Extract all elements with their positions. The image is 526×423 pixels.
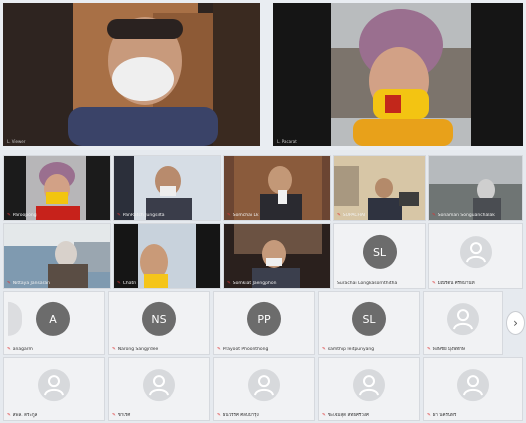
participant-name: ฝ่า นครินทร์ — [432, 413, 457, 418]
participant-tile[interactable]: ✎ Paroopong — [3, 155, 111, 221]
participant-video-frame — [429, 156, 522, 220]
avatar: SL — [352, 301, 386, 336]
participant-tile[interactable]: ✎ Somchai Lk — [223, 155, 331, 221]
muted-mic-icon: ✎ — [112, 347, 116, 352]
participant-tile[interactable]: PP ✎ Prayoot Phoonthong — [213, 291, 315, 355]
muted-mic-icon: ✎ — [337, 213, 341, 218]
participant-tile[interactable]: SL Surachai Longkasornthitha — [333, 223, 426, 289]
person-placeholder-icon — [353, 369, 385, 402]
participant-video-frame — [224, 224, 330, 288]
participant-name: Somchai Lk — [232, 213, 259, 218]
participant-tile[interactable]: ✎ ฝ่า นครินทร์ — [423, 357, 523, 421]
participant-tile[interactable]: ✎ Sonaman Songuanchalak — [428, 155, 523, 221]
participant-name: ธนวรรศ์ ศิลปบำรุง — [222, 413, 259, 418]
participant-tile[interactable]: ✎ Nittaya Jansaran — [3, 223, 111, 289]
participant-video-frame — [3, 3, 260, 146]
person-placeholder-icon — [457, 369, 489, 402]
muted-mic-icon: ✎ — [427, 347, 431, 352]
participant-video-frame — [334, 156, 425, 220]
featured-video-1[interactable]: L. Viewer — [3, 3, 260, 146]
muted-mic-icon: ✎ — [432, 213, 436, 218]
avatar: PP — [247, 301, 281, 336]
participant-name: PanRatch Jungsilta — [122, 213, 165, 218]
participant-name: ชาเรศ — [117, 413, 131, 418]
participant-video-frame — [224, 156, 330, 220]
participant-name: Paroopong — [12, 213, 37, 218]
muted-mic-icon: ✎ — [432, 281, 436, 286]
participant-tile[interactable]: ✎ พงษ์ชัย มุ่งพิทักษ์ — [423, 291, 503, 355]
participant-video-frame — [114, 224, 220, 288]
participant-tile[interactable]: ✎ ชาเรศ — [108, 357, 210, 421]
muted-mic-icon: ✎ — [7, 413, 11, 418]
person-placeholder-icon — [248, 369, 280, 402]
muted-mic-icon: ✎ — [217, 413, 221, 418]
participant-tile[interactable]: ✎ มณีรัตน์ ศรีหมานท์ — [428, 223, 523, 289]
avatar: NS — [142, 301, 176, 336]
muted-mic-icon: ✎ — [322, 347, 326, 352]
featured-name: L. Viewer — [7, 139, 26, 144]
muted-mic-icon: ✎ — [322, 413, 326, 418]
participant-tile[interactable]: ✎ สพล. ตระกูล — [3, 357, 105, 421]
participant-video-frame — [273, 3, 523, 146]
muted-mic-icon: ✎ — [7, 213, 11, 218]
muted-mic-icon: ✎ — [427, 413, 431, 418]
participant-name: พงษ์ชัย มุ่งพิทักษ์ — [432, 347, 465, 352]
participant-video-frame — [114, 156, 220, 220]
avatar: A — [36, 301, 70, 336]
muted-mic-icon: ✎ — [227, 281, 231, 286]
muted-mic-icon: ✎ — [217, 347, 221, 352]
participant-name: samthip leitpunyang — [327, 347, 375, 352]
muted-mic-icon: ✎ — [227, 213, 231, 218]
participant-tile[interactable]: ✎ ชะเจ็มสุด สิทธิศรีวงศ์ — [318, 357, 420, 421]
featured-name: L. Pacarat — [277, 139, 297, 144]
participant-name: Nittaya Jansaran — [12, 281, 51, 286]
participant-name: Prayoot Phoonthong — [222, 347, 269, 352]
participant-tile[interactable]: ✎ Chatri — [113, 223, 221, 289]
person-placeholder-icon — [459, 236, 492, 269]
participant-name: มณีรัตน์ ศรีหมานท์ — [437, 281, 475, 286]
muted-mic-icon: ✎ — [117, 213, 121, 218]
participant-name: Surachai Longkasornthitha — [337, 281, 398, 286]
avatar: SL — [362, 234, 397, 269]
person-placeholder-icon — [38, 369, 70, 402]
participant-name: Sonaman Songuanchalak — [437, 213, 495, 218]
participant-name: SUPACHAI — [342, 213, 366, 218]
participant-name: ชะเจ็มสุด สิทธิศรีวงศ์ — [327, 413, 369, 418]
chevron-right-icon[interactable]: › — [506, 311, 525, 335]
person-placeholder-icon — [143, 369, 175, 402]
participant-name: Somkiat Jaengphon — [232, 281, 277, 286]
participant-tile[interactable]: ✎ PanRatch Jungsilta — [113, 155, 221, 221]
participant-name: Chatri — [122, 281, 137, 286]
participant-tile[interactable]: NS ✎ Narong Sangjrdee — [108, 291, 210, 355]
participant-tile[interactable]: SL ✎ samthip leitpunyang — [318, 291, 420, 355]
muted-mic-icon: ✎ — [7, 281, 11, 286]
featured-video-2[interactable]: L. Pacarat — [273, 3, 523, 146]
participant-tile[interactable]: ✎ ธนวรรศ์ ศิลปบำรุง — [213, 357, 315, 421]
participant-video-frame — [4, 156, 110, 220]
participant-video-frame — [4, 224, 110, 288]
muted-mic-icon: ✎ — [112, 413, 116, 418]
participant-tile[interactable]: ✎ SUPACHAI — [333, 155, 426, 221]
participant-name: สพล. ตระกูล — [12, 413, 38, 418]
participant-tile[interactable]: ✎ Somkiat Jaengphon — [223, 223, 331, 289]
participant-tile[interactable]: A amagone — [1, 291, 105, 355]
person-placeholder-icon — [447, 303, 479, 336]
participant-name: Narong Sangjrdee — [117, 347, 159, 352]
muted-mic-icon: ✎ — [117, 281, 121, 286]
